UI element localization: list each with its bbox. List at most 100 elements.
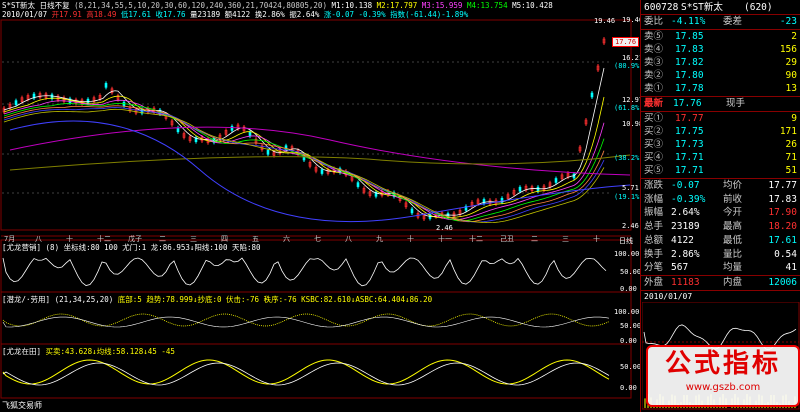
month-axis-label: 八 [345,235,352,243]
month-axis-label: 十 [593,235,600,243]
indicator1-header: [尤龙营销] (8) 坐标线:80 100 尤门:1 龙:86.953↓阳线:1… [2,243,261,252]
watermark-logo: 公式指标 www.gszb.com [646,345,800,407]
chart-header-line1: S*ST新太 日线不复 (8,21,34,55,5,10,20,30,60,12… [2,1,553,10]
ma-m4: M4:13.754 [466,1,508,10]
stat-value: 41 [785,262,797,274]
stat-row: 总手 23189 最高 18.20 [641,220,800,233]
candle-body [518,186,522,192]
stat-label: 振幅 [644,207,664,219]
ask-level-label: 卖① [644,83,664,94]
price-axis-low: 2.46 [622,222,639,230]
candle-body [356,182,360,187]
watermark-title: 公式指标 [664,349,781,379]
month-axis-label: 十 [407,235,414,243]
bid-row: 买③ 17.73 26 [641,138,800,151]
stat-label: 量比 [723,248,743,260]
stock-name: S*ST新太 [2,1,36,10]
ask-row: 卖④ 17.83 156 [641,43,800,56]
ask-price: 17.80 [675,70,704,81]
ind2-axis-0: 0.00 [620,337,637,345]
indicator2-title[interactable]: [潜龙/·劳用] (21,34,25,20) [2,295,113,304]
candle-body [536,186,540,192]
ma-m2: M2:17.797 [376,1,418,10]
latest-label: 最新 [644,98,664,109]
stat-label: 涨跌 [644,180,664,191]
price-axis-4: 5.71 [622,184,639,192]
watermark-url: www.gszb.com [685,382,761,393]
bar-index: 指数(-61.44)-1.89% [390,10,469,19]
stat-value: -0.39% [671,193,706,205]
weibi-value: -4.11% [671,16,706,27]
indicator1-title[interactable]: [尤龙营销] (8) 坐标线:80 100 [2,243,118,252]
bid-volume: 71 [785,152,797,163]
stat-row: 振幅 2.64% 今开 17.90 [641,206,800,219]
latest-price: 17.76 [673,98,702,109]
bid-level-label: 买④ [644,152,664,163]
bid-price: 17.71 [675,152,704,163]
stat-value: 2.86% [671,248,700,260]
ask-level-label: 卖⑤ [644,31,664,42]
month-axis-label: 己丑 [500,235,514,243]
ask-level-label: 卖② [644,70,664,81]
ask-price: 17.78 [675,83,704,94]
candle-body [14,100,18,105]
ma-params: (8,21,34,55,5,10,20,30,60,120,240,360,21… [74,1,327,10]
ask-price: 17.85 [675,31,704,42]
ind1-axis-0: 0.00 [620,285,637,293]
bid-level-label: 买③ [644,139,664,150]
stat-value: 17.61 [768,234,797,246]
current-price-tag: 17.76 [612,37,640,47]
ask-volume: 2 [791,31,797,42]
ask-row: 卖① 17.78 13 [641,82,800,95]
stat-row: 分笔 567 均量 41 [641,261,800,274]
outer-inner-row: 外盘 11183 内盘 12006 [641,276,800,289]
bid-volume: 26 [785,139,797,150]
inner-value: 12006 [768,277,797,288]
ind3-axis-50: 50.00 [620,363,642,371]
stock-name-quote: S*ST新太 [681,2,723,13]
panel-border [0,19,632,231]
stat-label: 均价 [723,180,743,191]
long-ma-curve [9,120,631,223]
bid-price: 17.77 [675,113,704,124]
ind2-axis-100: 100.00 [614,308,640,316]
month-axis-label: 二 [531,235,538,243]
bar-date: 2010/01/07 [2,10,48,19]
ask-level-label: 卖③ [644,57,664,68]
ask-volume: 90 [785,70,797,81]
month-axis-label: 十一 [438,235,452,243]
stat-row: 换手 2.86% 量比 0.54 [641,248,800,261]
bid-row: 买⑤ 17.71 51 [641,164,800,177]
stat-label: 最高 [723,221,743,233]
indicator2-header: [潜龙/·劳用] (21,34,25,20) 底部:5 趋势:78.999↓抄底… [2,295,432,304]
month-axis-label: 九 [376,235,383,243]
stat-value: 4122 [671,234,694,246]
stat-label: 均量 [723,262,743,274]
software-name: 飞狐交易师 [2,401,42,410]
ask-price: 17.82 [675,57,704,68]
bid-row: 买④ 17.71 71 [641,151,800,164]
candle-body [410,208,414,214]
ask-volume: 13 [785,83,797,94]
indicator2-line [2,313,610,327]
indicator3-legend: 买卖:43.628↓均线:58.128↓45 -45 [45,347,175,356]
ask-row: 卖③ 17.82 29 [641,56,800,69]
bar-amplitude: 振2.64% [289,10,320,19]
stat-label: 分笔 [644,262,664,274]
bar-low: 低17.61 [120,10,151,19]
indicator3-title[interactable]: [尤龙在田] [2,347,41,356]
kline-chart-area[interactable]: S*ST新太 日线不复 (8,21,34,55,5,10,20,30,60,12… [0,0,644,412]
bar-high: 高18.49 [86,10,117,19]
indicator1-line [2,257,607,287]
weicha-value: -23 [779,16,797,27]
ask-row: 卖② 17.80 90 [641,69,800,82]
stock-count: (620) [744,2,773,13]
day-line-label[interactable]: 日线 [619,236,633,246]
stat-value: 17.90 [768,207,797,219]
stat-value: 17.83 [768,193,797,205]
bid-price: 17.75 [675,126,704,137]
ma-m3: M3:15.959 [421,1,463,10]
bid-volume: 51 [785,165,797,176]
candle-body [320,169,324,174]
stat-label: 总手 [644,221,664,233]
